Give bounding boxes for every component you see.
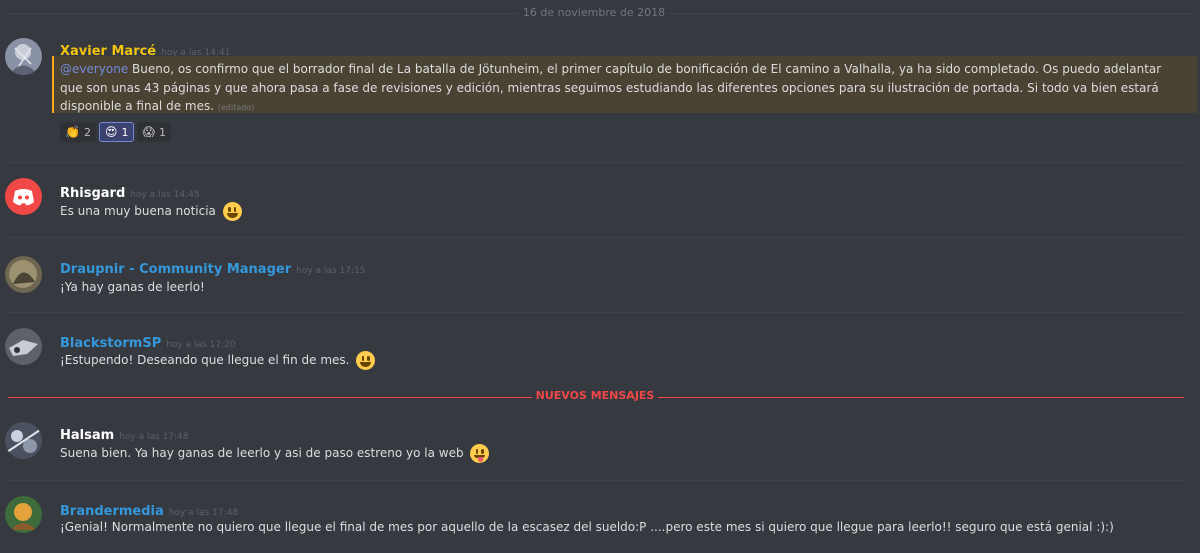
message-separator <box>8 237 1184 238</box>
message-content: ¡Genial! Normalmente no quiero que llegu… <box>60 520 1114 534</box>
reaction-count: 2 <box>83 126 91 139</box>
reaction-count: 1 <box>158 126 166 139</box>
screaming-face-icon: 😱 <box>142 125 155 139</box>
message-content: ¡Ya hay ganas de leerlo! <box>60 280 205 294</box>
message-separator <box>8 480 1184 481</box>
timestamp: hoy a las 17:48 <box>168 508 239 518</box>
timestamp: hoy a las 17:15 <box>296 266 366 276</box>
discord-logo-icon <box>13 189 34 206</box>
edited-label: (editado) <box>217 103 255 112</box>
date-divider: 16 de noviembre de 2018 <box>0 4 1200 22</box>
reactions: 👏 2 😍 1 😱 1 <box>60 122 174 142</box>
divider-line <box>670 13 1192 14</box>
tongue-face-icon <box>470 444 490 463</box>
avatar[interactable] <box>5 38 42 75</box>
message-text: Es una muy buena noticia <box>60 204 216 218</box>
smiley-icon <box>356 351 376 370</box>
divider-line <box>8 397 532 398</box>
message-text: ¡Estupendo! Deseando que llegue el fin d… <box>60 353 350 367</box>
reaction-clap[interactable]: 👏 2 <box>60 122 96 142</box>
avatar[interactable] <box>5 178 42 215</box>
divider-line <box>8 13 518 14</box>
message-separator <box>8 162 1184 163</box>
avatar[interactable] <box>5 422 42 459</box>
reaction-count: 1 <box>121 126 129 139</box>
timestamp: hoy a las 17:20 <box>166 340 236 350</box>
mention-highlight: @everyone Bueno, os confirmo que el borr… <box>52 56 1197 113</box>
chat-messages[interactable]: 16 de noviembre de 2018 Xavier Marcé hoy … <box>0 0 1200 553</box>
message-text: ¡Genial! Normalmente no quiero que llegu… <box>60 520 1114 534</box>
smiley-icon <box>222 202 242 221</box>
new-messages-label: NUEVOS MENSAJES <box>535 389 655 402</box>
avatar[interactable] <box>5 496 42 533</box>
clapping-hands-icon: 👏 <box>65 125 80 139</box>
username[interactable]: Halsam <box>60 428 114 443</box>
new-messages-divider: NUEVOS MENSAJES <box>0 389 1200 405</box>
message-text: ¡Ya hay ganas de leerlo! <box>60 280 205 294</box>
message-text: Suena bien. Ya hay ganas de leerlo y asi… <box>60 446 464 460</box>
avatar[interactable] <box>5 256 42 293</box>
timestamp: hoy a las 17:48 <box>119 432 189 442</box>
reaction-scream[interactable]: 😱 1 <box>137 122 171 142</box>
date-divider-label: 16 de noviembre de 2018 <box>522 6 666 19</box>
message-content: ¡Estupendo! Deseando que llegue el fin d… <box>60 351 376 370</box>
message-separator <box>8 312 1184 313</box>
divider-line <box>658 397 1184 398</box>
mention-everyone[interactable]: @everyone <box>60 62 128 76</box>
username[interactable]: BlackstormSP <box>60 336 161 351</box>
message-content: Es una muy buena noticia <box>60 202 242 221</box>
heart-eyes-icon: 😍 <box>104 125 118 139</box>
avatar[interactable] <box>5 328 42 365</box>
message-content: @everyone Bueno, os confirmo que el borr… <box>60 60 1180 118</box>
message-content: Suena bien. Ya hay ganas de leerlo y asi… <box>60 444 490 463</box>
timestamp: hoy a las 14:45 <box>130 190 200 200</box>
reaction-heart-eyes[interactable]: 😍 1 <box>98 122 135 142</box>
username[interactable]: Rhisgard <box>60 186 125 201</box>
username[interactable]: Brandermedia <box>60 504 164 519</box>
username[interactable]: Draupnir - Community Manager <box>60 262 291 277</box>
